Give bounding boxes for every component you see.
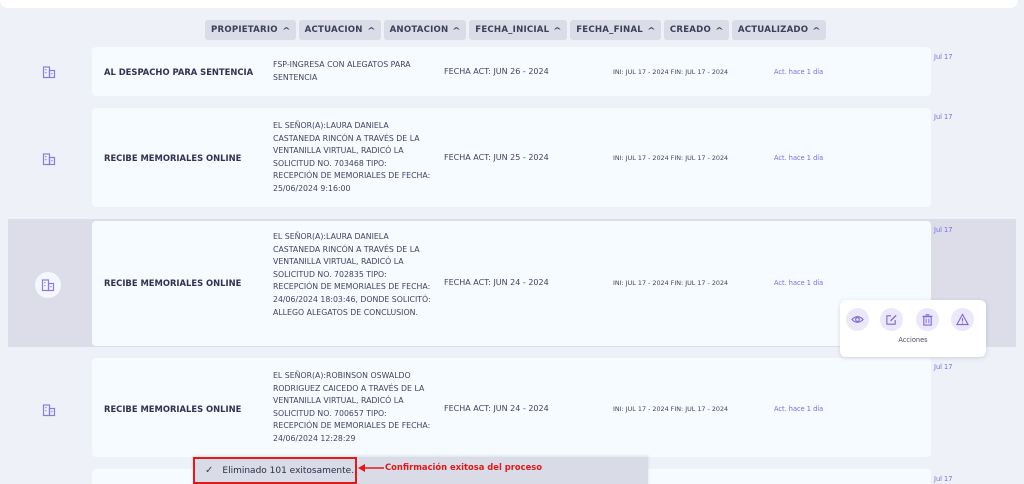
column-headers: PROPIETARIO ^ ACTUACION ^ ANOTACION ^ FECHA… xyxy=(205,20,827,40)
toast-message: Eliminado 101 exitosamente. xyxy=(222,465,355,476)
building-icon xyxy=(42,153,56,166)
building-icon xyxy=(42,66,56,79)
chevron-up-icon: ^ xyxy=(366,25,376,35)
top-bar xyxy=(0,0,1018,8)
ini-fin-cell: INI: JUL 17 - 2024 FIN: JUL 17 - 2024 xyxy=(613,279,729,287)
creado-cell: Jul 17 xyxy=(934,475,953,483)
warning-icon xyxy=(956,313,969,326)
report-button[interactable] xyxy=(951,308,974,331)
edit-icon xyxy=(886,314,897,325)
trash-icon xyxy=(922,314,933,326)
building-icon xyxy=(41,279,55,292)
building-icon xyxy=(42,404,56,417)
sort-actualizado[interactable]: ACTUALIZADO ^ xyxy=(731,20,827,40)
chevron-up-icon: ^ xyxy=(553,25,563,35)
actions-panel: Acciones xyxy=(840,300,986,357)
sort-creado[interactable]: CREADO ^ xyxy=(663,20,729,40)
eye-icon xyxy=(851,316,864,323)
delete-button[interactable] xyxy=(916,308,939,331)
actuacion-cell: AL DESPACHO PARA SENTENCIA xyxy=(104,67,254,77)
actions-label: Acciones xyxy=(898,336,928,344)
toast-highlight-box: ✓ Eliminado 101 exitosamente. xyxy=(193,457,357,484)
anotacion-cell: FSP-INGRESA CON ALEGATOS PARA SENTENCIA xyxy=(273,60,411,82)
ini-fin-cell: INI: JUL 17 - 2024 FIN: JUL 17 - 2024 xyxy=(613,154,729,162)
view-button[interactable] xyxy=(846,308,869,331)
actuacion-cell: RECIBE MEMORIALES ONLINE xyxy=(104,404,242,414)
fecha-act-cell: FECHA ACT: JUN 26 - 2024 xyxy=(444,67,549,76)
sort-fecha-inicial[interactable]: FECHA_INICIAL ^ xyxy=(469,20,568,40)
owner-avatar[interactable] xyxy=(35,272,61,298)
annotation-label: Confirmación exitosa del proceso xyxy=(385,462,543,472)
fecha-act-cell: FECHA ACT: JUN 24 - 2024 xyxy=(444,404,549,413)
sort-anotacion[interactable]: ANOTACION ^ xyxy=(383,20,467,40)
creado-cell: Jul 17 xyxy=(934,113,953,121)
actuacion-cell: RECIBE MEMORIALES ONLINE xyxy=(104,153,242,163)
chevron-up-icon: ^ xyxy=(281,25,291,35)
chevron-up-icon: ^ xyxy=(714,25,724,35)
anotacion-cell: EL SEÑOR(A):LAURA DANIELA CASTANEDA RINC… xyxy=(273,121,431,193)
chevron-up-icon: ^ xyxy=(646,25,656,35)
actuacion-cell: RECIBE MEMORIALES ONLINE xyxy=(104,278,242,288)
actualizado-cell: Act. hace 1 día xyxy=(774,279,824,287)
ini-fin-cell: INI: JUL 17 - 2024 FIN: JUL 17 - 2024 xyxy=(613,68,729,76)
actualizado-cell: Act. hace 1 día xyxy=(774,68,824,76)
check-icon: ✓ xyxy=(205,465,214,476)
actualizado-cell: Act. hace 1 día xyxy=(774,405,824,413)
sort-propietario[interactable]: PROPIETARIO ^ xyxy=(205,20,296,40)
chevron-up-icon: ^ xyxy=(452,25,462,35)
creado-cell: Jul 17 xyxy=(934,53,953,61)
sort-fecha-final[interactable]: FECHA_FINAL ^ xyxy=(570,20,661,40)
fecha-act-cell: FECHA ACT: JUN 24 - 2024 xyxy=(444,278,549,287)
anotacion-cell: EL SEÑOR(A):LAURA DANIELA CASTANEDA RINC… xyxy=(273,232,431,317)
edit-button[interactable] xyxy=(880,308,903,331)
fecha-act-cell: FECHA ACT: JUN 25 - 2024 xyxy=(444,153,549,162)
actualizado-cell: Act. hace 1 día xyxy=(774,154,824,162)
arrow-left-icon xyxy=(358,464,384,472)
ini-fin-cell: INI: JUL 17 - 2024 FIN: JUL 17 - 2024 xyxy=(613,405,729,413)
sort-actuacion[interactable]: ACTUACION ^ xyxy=(298,20,381,40)
anotacion-cell: EL SEÑOR(A):ROBINSON OSWALDO RODRIGUEZ C… xyxy=(273,371,431,443)
chevron-up-icon: ^ xyxy=(812,25,822,35)
creado-cell: Jul 17 xyxy=(934,226,953,234)
creado-cell: Jul 17 xyxy=(934,363,953,371)
